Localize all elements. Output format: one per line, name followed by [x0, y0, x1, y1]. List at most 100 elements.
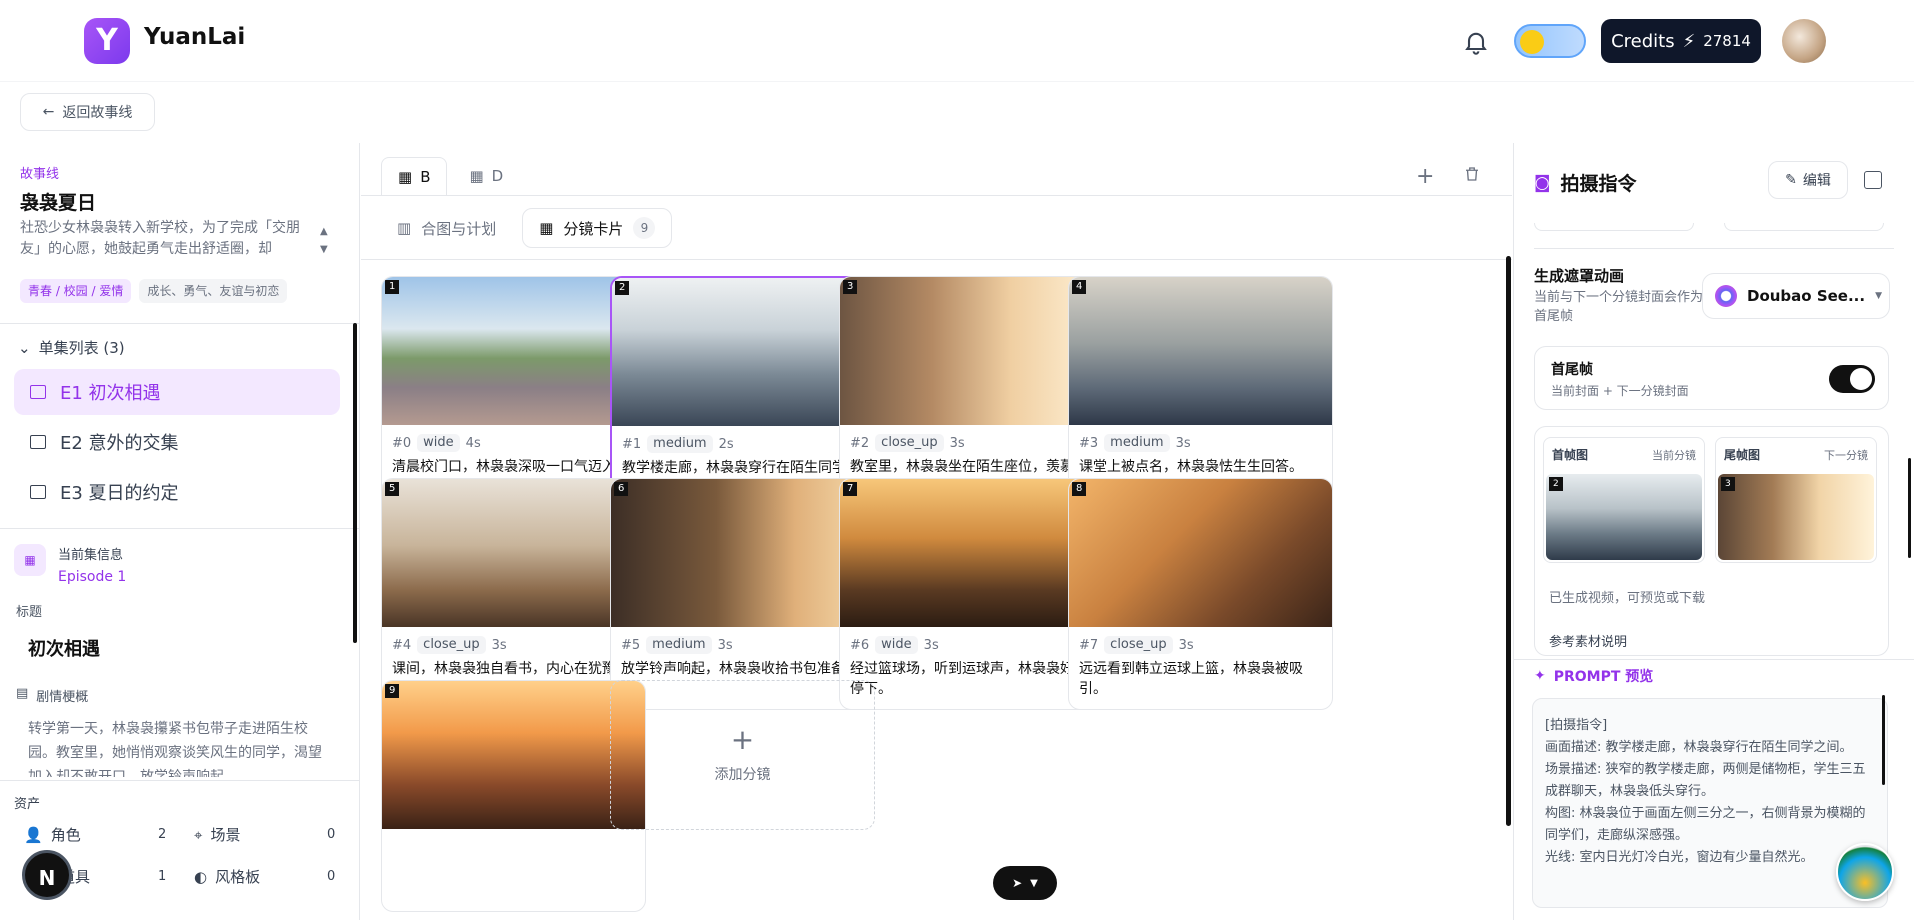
shot-duration: 3s	[1178, 637, 1194, 653]
card-index: 4	[1072, 280, 1087, 294]
send-menu-button[interactable]: ➤ ▼	[993, 866, 1057, 900]
panel-title: ◙ 拍摄指令	[1534, 169, 1637, 196]
first-frame-slot[interactable]: 首帧图 当前分镜 2	[1543, 437, 1705, 563]
episode-label: E1 初次相遇	[60, 383, 161, 404]
document-icon: ▤	[16, 686, 29, 701]
lightning-icon: ⚡	[1682, 30, 1696, 52]
episode-label: E3 夏日的约定	[60, 483, 179, 504]
app-logo[interactable]: Y	[84, 18, 130, 64]
model-select[interactable]: Doubao See... ▼	[1702, 273, 1890, 319]
shot-type: close_up	[875, 434, 944, 452]
divider	[361, 259, 1512, 260]
panel-scrollbar[interactable]	[1908, 458, 1911, 558]
storyboard-thumbnail: 2	[612, 278, 873, 426]
storyboard-card[interactable]: 7 #6 wide 3s 经过篮球场，听到运球声，林袅袅好奇停下。	[839, 478, 1104, 710]
card-meta: #4 close_up 3s	[392, 636, 507, 654]
asset-styleboard[interactable]: ◐ 风格板	[194, 866, 260, 887]
first-last-switch[interactable]	[1829, 365, 1875, 393]
episode-item-e3[interactable]: E3 夏日的约定	[14, 469, 340, 515]
asset-characters[interactable]: 👤 角色	[24, 824, 81, 845]
storyboard-card[interactable]: 8 #7 close_up 3s 远远看到韩立运球上篮，林袅袅被吸引。	[1068, 478, 1333, 710]
panel-title-text: 拍摄指令	[1560, 173, 1637, 195]
previous-option-button[interactable]	[1724, 223, 1884, 231]
storyboard-card[interactable]: 9	[381, 680, 646, 912]
assistant-avatar-icon[interactable]	[1836, 843, 1894, 901]
count-badge: 9	[633, 217, 656, 239]
storyboard-thumbnail: 5	[382, 479, 645, 627]
card-description: 经过篮球场，听到运球声，林袅袅好奇停下。	[850, 661, 1088, 697]
bell-icon[interactable]	[1462, 28, 1490, 56]
add-storyboard-button[interactable]: + 添加分镜	[610, 680, 875, 830]
shot-type: wide	[417, 434, 460, 452]
storyboard-card[interactable]: 2#1medium2s教学楼走廊，林袅袅穿行在陌生同学之间。	[610, 276, 875, 508]
credits-button[interactable]: Credits ⚡ 27814	[1601, 19, 1761, 63]
back-to-storyline-button[interactable]: ← 返回故事线	[20, 93, 155, 131]
theme-toggle[interactable]	[1514, 24, 1586, 58]
episode-list-header[interactable]: ⌄ 单集列表 (3)	[18, 337, 125, 358]
collapse-panel-icon[interactable]	[1864, 171, 1882, 189]
asset-count: 0	[327, 827, 336, 842]
divider	[1534, 248, 1894, 249]
chevron-down-icon: ▼	[1030, 877, 1038, 889]
card-index: 7	[843, 482, 858, 496]
card-index: 2	[615, 281, 630, 295]
edit-label: 编辑	[1802, 173, 1831, 189]
card-meta: #0 wide 4s	[392, 434, 481, 452]
tab-label: D	[491, 167, 504, 185]
model-logo-icon	[1715, 285, 1737, 307]
storyboard-card[interactable]: 1#0wide4s清晨校门口，林袅袅深吸一口气迈入新学校。	[381, 276, 646, 508]
storyboard-scrollbar[interactable]	[1506, 256, 1511, 826]
asset-count: 1	[158, 869, 167, 884]
episode-synopsis: 转学第一天，林袅袅攥紧书包带子走进陌生校园。教室里，她悄悄观察谈笑风生的同学，渴…	[28, 721, 322, 777]
frame-number: 2	[1549, 477, 1563, 491]
tab-label: B	[420, 167, 431, 186]
sidebar-scrollbar[interactable]	[353, 323, 357, 643]
film-icon: ▥	[397, 219, 412, 237]
prompt-scrollbar[interactable]	[1882, 695, 1885, 785]
shot-duration: 3s	[717, 637, 733, 653]
episode-item-e2[interactable]: E2 意外的交集	[14, 419, 340, 465]
trash-icon[interactable]	[1463, 165, 1481, 183]
credits-value: 27814	[1703, 32, 1751, 50]
shot-type: medium	[1104, 434, 1170, 452]
grid-icon: ▦	[539, 219, 554, 237]
arrow-left-icon: ←	[42, 104, 55, 120]
panel-header: ◙ 拍摄指令 ✎ 编辑	[1514, 143, 1914, 223]
previous-option-button[interactable]	[1534, 223, 1694, 231]
storyboard-card[interactable]: 6#5medium3s放学铃声响起，林袅袅收拾书包准备离开。	[610, 478, 875, 710]
divider	[0, 323, 359, 324]
episode-title: 初次相遇	[28, 639, 100, 660]
storyline-description: 社恐少女林袅袅转入新学校，为了完成「交朋友」的心愿，她鼓起勇气走出舒适圈，却	[20, 220, 300, 257]
tab-storyboard-cards[interactable]: ▦ 分镜卡片 9	[522, 208, 673, 248]
asset-count: 2	[158, 827, 167, 842]
episode-item-e1[interactable]: E1 初次相遇	[14, 369, 340, 415]
shot-duration: 4s	[465, 435, 481, 451]
edit-button[interactable]: ✎ 编辑	[1768, 161, 1848, 199]
film-icon	[30, 485, 46, 499]
card-index: 8	[1072, 482, 1087, 496]
storyboard-card[interactable]: 3#2close_up3s教室里，林袅袅坐在陌生座位，羡慕地看同学聊天。	[839, 276, 1104, 508]
prompt-line: 场景描述: 狭窄的教学楼走廊，两侧是储物柜，学生三五成群聊天，林袅袅低头穿行。	[1545, 762, 1866, 799]
asset-scenes[interactable]: ⌖ 场景	[194, 824, 240, 845]
plus-icon: +	[730, 723, 755, 756]
card-index: 9	[385, 684, 400, 698]
add-tab-button[interactable]: +	[1416, 164, 1434, 189]
user-avatar[interactable]	[1782, 19, 1826, 63]
card-meta: #5 medium 3s	[621, 636, 733, 654]
add-storyboard-label: 添加分镜	[714, 767, 771, 783]
prompt-preview-header: ✦ PROMPT 预览	[1534, 666, 1653, 686]
card-index: 6	[614, 482, 629, 496]
storyboard-card[interactable]: 5#4close_up3s课间，林袅袅独自看书，内心在犹豫是否主动交流。	[381, 478, 646, 710]
tab-composite-plan[interactable]: ▥ 合图与计划	[381, 208, 512, 248]
floating-n-button[interactable]: N	[22, 850, 72, 900]
prompt-preview-label: PROMPT 预览	[1553, 669, 1654, 685]
description-scroll-arrows[interactable]: ▲ ▼	[320, 223, 328, 259]
tab-b[interactable]: ▦ B	[381, 157, 448, 195]
divider	[361, 195, 1512, 196]
last-frame-slot[interactable]: 尾帧图 下一分镜 3	[1715, 437, 1877, 563]
storyboard-thumbnail: 4	[1069, 277, 1332, 425]
tab-d[interactable]: ▦ D	[453, 157, 519, 195]
storyboard-card[interactable]: 4 #3 medium 3s 课堂上被点名，林袅袅怯生生回答。	[1068, 276, 1333, 508]
assets-label: 资产	[14, 797, 41, 812]
camera-icon: ◙	[1534, 172, 1551, 193]
